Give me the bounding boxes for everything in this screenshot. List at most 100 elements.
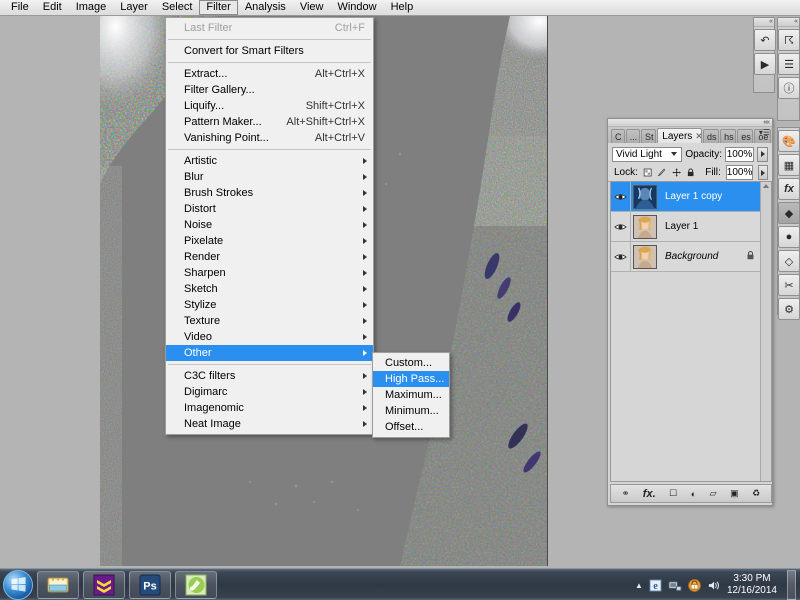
fill-input[interactable]: 100%: [725, 165, 754, 180]
dock-header[interactable]: «: [754, 18, 774, 27]
menu-item-video[interactable]: Video: [166, 329, 373, 345]
panel-tab-st[interactable]: St: [641, 129, 657, 143]
layer-thumbnail[interactable]: [633, 244, 657, 269]
info-icon[interactable]: ⓘ: [778, 77, 800, 99]
menu-item-sketch[interactable]: Sketch: [166, 281, 373, 297]
menu-item-other[interactable]: Other: [166, 345, 373, 361]
panel-collapse-icon[interactable]: ««: [763, 119, 770, 126]
menu-item-high-pass[interactable]: High Pass...: [373, 371, 449, 387]
new-group-icon[interactable]: ▱: [710, 488, 717, 499]
menu-item-digimarc[interactable]: Digimarc: [166, 384, 373, 400]
menu-item-extract[interactable]: Extract... Alt+Ctrl+X: [166, 66, 373, 82]
adjustment-layer-icon[interactable]: ◐: [691, 489, 696, 499]
menu-item-vanishing-point[interactable]: Vanishing Point... Alt+Ctrl+V: [166, 130, 373, 146]
security-warning-icon[interactable]: !: [688, 578, 701, 592]
right-dock-history[interactable]: « ↶ ▶: [753, 17, 776, 93]
layer-row[interactable]: Layer 1 copy: [611, 182, 771, 212]
menu-item-texture[interactable]: Texture: [166, 313, 373, 329]
menu-item-noise[interactable]: Noise: [166, 217, 373, 233]
menu-image[interactable]: Image: [69, 0, 114, 15]
collapse-icon[interactable]: «: [794, 18, 798, 25]
menu-item-sharpen[interactable]: Sharpen: [166, 265, 373, 281]
link-layers-icon[interactable]: ⚭: [622, 488, 630, 499]
navigator-icon[interactable]: ☈: [778, 29, 800, 51]
close-icon[interactable]: ✕: [695, 131, 701, 141]
panel-menu-icon[interactable]: ▾☰: [759, 129, 770, 137]
fill-slider-button[interactable]: [758, 165, 768, 180]
layers-panel-footer[interactable]: ⚭ fx. ☐ ◐ ▱ ▣ ♻: [610, 484, 772, 503]
swatches-grid-icon[interactable]: ▦: [778, 154, 800, 176]
panel-tab-c[interactable]: C: [611, 129, 625, 143]
menu-item-render[interactable]: Render: [166, 249, 373, 265]
layer-mask-icon[interactable]: ☐: [669, 488, 677, 499]
menu-item-convert-for-smart-filters[interactable]: Convert for Smart Filters: [166, 43, 373, 59]
menu-item-brush-strokes[interactable]: Brush Strokes: [166, 185, 373, 201]
menu-layer[interactable]: Layer: [113, 0, 155, 15]
layer-list[interactable]: Layer 1 copy Layer 1 Background: [610, 181, 772, 482]
menu-item-custom[interactable]: Custom...: [373, 355, 449, 371]
panel-tab-ds[interactable]: ds: [703, 129, 720, 143]
layer-visibility-toggle[interactable]: [611, 211, 631, 242]
histogram-icon[interactable]: ☰: [778, 53, 800, 75]
menu-filter[interactable]: Filter: [199, 0, 238, 15]
layer-row[interactable]: Layer 1: [611, 211, 771, 242]
menu-bar[interactable]: File Edit Image Layer Select Filter Analysis Vi…: [0, 0, 800, 16]
lock-image-icon[interactable]: [657, 167, 666, 178]
menu-item-maximum[interactable]: Maximum...: [373, 387, 449, 403]
show-desktop-button[interactable]: [787, 570, 796, 600]
menu-help[interactable]: Help: [384, 0, 421, 15]
menu-item-imagenomic[interactable]: Imagenomic: [166, 400, 373, 416]
opacity-input[interactable]: 100%: [725, 146, 754, 162]
menu-item-neat-image[interactable]: Neat Image: [166, 416, 373, 432]
menu-item-filter-gallery[interactable]: Filter Gallery...: [166, 82, 373, 98]
tray-overflow-icon[interactable]: ▲: [635, 581, 643, 590]
menu-view[interactable]: View: [293, 0, 331, 15]
styles-fx-icon[interactable]: fx: [778, 178, 800, 200]
menu-file[interactable]: File: [4, 0, 36, 15]
volume-icon[interactable]: [707, 579, 721, 592]
lock-all-icon[interactable]: [686, 167, 695, 178]
start-orb-icon[interactable]: [3, 569, 33, 600]
network-icon[interactable]: [668, 579, 682, 592]
menu-item-distort[interactable]: Distort: [166, 201, 373, 217]
menu-window[interactable]: Window: [330, 0, 383, 15]
layers-panel[interactable]: «« C...StLayers✕dshsesoe▾☰ Vivid Light O…: [607, 118, 773, 506]
menu-analysis[interactable]: Analysis: [238, 0, 293, 15]
layer-row[interactable]: Background: [611, 241, 771, 272]
actions-play-icon[interactable]: ▶: [754, 53, 776, 75]
menu-item-stylize[interactable]: Stylize: [166, 297, 373, 313]
lock-position-icon[interactable]: [672, 167, 681, 178]
panel-tab--[interactable]: ...: [625, 129, 640, 143]
windows-taskbar[interactable]: Ps ▲ e ! 3:30 PM 12/16/2014: [0, 568, 800, 600]
internet-explorer-icon[interactable]: e: [649, 578, 662, 592]
taskbar-button-app-green[interactable]: [175, 570, 217, 599]
layer-visibility-toggle[interactable]: [611, 182, 631, 212]
menu-item-c3c-filters[interactable]: C3C filters: [166, 368, 373, 384]
filter-menu-dropdown[interactable]: Last Filter Ctrl+F Convert for Smart Filte…: [165, 17, 374, 435]
filter-other-submenu[interactable]: Custom... High Pass... Maximum... Minimum..…: [372, 352, 450, 438]
layer-visibility-toggle[interactable]: [611, 241, 631, 272]
color-swatches-icon[interactable]: 🎨: [778, 130, 800, 152]
right-dock-navigator[interactable]: « ☈ ☰ ⓘ: [777, 17, 800, 121]
layer-style-fx-icon[interactable]: fx.: [643, 488, 656, 500]
right-dock-panels[interactable]: 🎨 ▦ fx ◆ ● ◇ ✂ ⚙: [777, 127, 800, 320]
collapse-icon[interactable]: «: [769, 18, 773, 25]
menu-item-pattern-maker[interactable]: Pattern Maker... Alt+Shift+Ctrl+X: [166, 114, 373, 130]
blend-mode-row[interactable]: Vivid Light Opacity: 100%: [608, 143, 772, 163]
tool-presets-icon[interactable]: ⚙: [778, 298, 800, 320]
panel-tab-strip[interactable]: C...StLayers✕dshsesoe▾☰: [608, 127, 772, 143]
panel-tab-hs[interactable]: hs: [720, 129, 737, 143]
taskbar-button-explorer[interactable]: [37, 570, 79, 599]
opacity-slider-button[interactable]: [757, 146, 768, 162]
taskbar-button-photoshop[interactable]: Ps: [129, 570, 171, 599]
menu-item-artistic[interactable]: Artistic: [166, 153, 373, 169]
layer-thumbnail[interactable]: [633, 184, 657, 209]
menu-item-blur[interactable]: Blur: [166, 169, 373, 185]
layers-stack-icon[interactable]: ◆: [778, 202, 800, 224]
panel-title-bar[interactable]: ««: [608, 119, 772, 127]
dock-header[interactable]: «: [778, 18, 799, 27]
brushes-icon[interactable]: ✂: [778, 274, 800, 296]
menu-item-liquify[interactable]: Liquify... Shift+Ctrl+X: [166, 98, 373, 114]
paths-icon[interactable]: ◇: [778, 250, 800, 272]
lock-row[interactable]: Lock: Fill: 100%: [608, 163, 772, 182]
